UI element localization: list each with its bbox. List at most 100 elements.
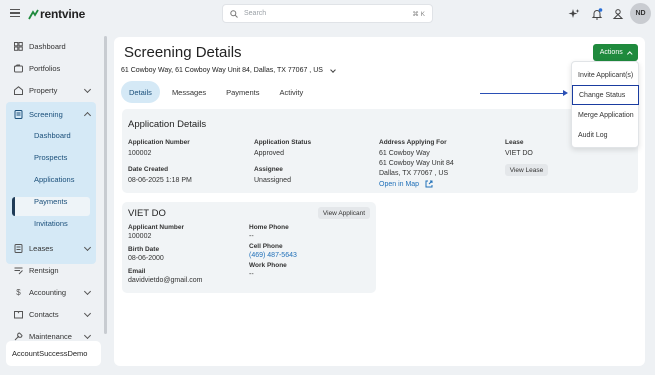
sidebar-item-label: Property xyxy=(29,85,58,95)
sidebar-scrollbar[interactable] xyxy=(104,36,107,334)
sidebar: Dashboard Portfolios Property Screening … xyxy=(0,28,107,375)
work-phone: -- xyxy=(249,271,254,278)
menu-item-invite-applicants[interactable]: Invite Applicant(s) xyxy=(572,65,640,85)
sidebar-item-label: Leases xyxy=(29,243,54,253)
sidebar-item-label: Screening xyxy=(29,109,63,119)
chevron-up-icon xyxy=(627,51,632,56)
sidebar-subitem-invitations[interactable]: Invitations xyxy=(34,219,68,228)
sidebar-item-label: Maintenance xyxy=(29,331,72,341)
applicant-number: 100002 xyxy=(128,233,152,240)
screening-icon xyxy=(14,109,23,119)
address-line-2: 61 Cowboy Way Unit 84 xyxy=(379,160,454,167)
brand-name: rentvine xyxy=(40,7,86,21)
rentvine-logo[interactable]: rentvine xyxy=(28,7,85,21)
cell-phone-link[interactable]: (469) 487-5643 xyxy=(249,252,297,259)
email: davidvietdo@gmail.com xyxy=(128,277,203,284)
lease-label: Lease xyxy=(505,139,524,146)
actions-button-label: Actions xyxy=(599,49,623,56)
card-title: Application Details xyxy=(128,119,207,130)
leases-icon xyxy=(14,243,23,253)
address-label: Address Applying For xyxy=(379,139,447,146)
applicant-card: VIET DO View Applicant Applicant Number … xyxy=(122,202,376,293)
account-switcher[interactable]: AccountSuccessDemo xyxy=(6,341,101,366)
search-shortcut: ⌘ K xyxy=(412,10,425,18)
applicant-name: VIET DO xyxy=(128,208,166,219)
avatar[interactable]: ND xyxy=(630,3,651,24)
user-icon[interactable] xyxy=(612,8,624,20)
birth-date-label: Birth Date xyxy=(128,246,160,253)
sidebar-item-rentsign[interactable]: Rentsign xyxy=(6,261,96,279)
portfolios-icon xyxy=(14,64,23,72)
application-number: 100002 xyxy=(128,150,152,157)
rentvine-logo-icon xyxy=(28,9,39,19)
sidebar-item-label: Rentsign xyxy=(29,265,59,275)
sidebar-item-label: Portfolios xyxy=(29,63,61,73)
lease-name: VIET DO xyxy=(505,150,533,157)
sidebar-subitem-applications[interactable]: Applications xyxy=(34,175,74,184)
sidebar-item-portfolios[interactable]: Portfolios xyxy=(6,59,96,77)
sidebar-subitem-dashboard[interactable]: Dashboard xyxy=(34,131,71,140)
menu-icon[interactable] xyxy=(10,9,20,19)
tab-bar: Details Messages Payments Activity xyxy=(121,81,315,103)
address-line-3: Dallas, TX 77067 , US xyxy=(379,170,449,177)
application-status: Approved xyxy=(254,150,284,157)
tab-activity[interactable]: Activity xyxy=(271,81,311,103)
application-status-label: Application Status xyxy=(254,139,312,146)
actions-menu: Invite Applicant(s) Change Status Merge … xyxy=(571,61,639,148)
property-icon xyxy=(14,85,23,95)
rentsign-icon xyxy=(14,267,23,274)
chevron-down-icon xyxy=(330,66,336,73)
assignee-label: Assignee xyxy=(254,166,283,173)
sidebar-item-label: Accounting xyxy=(29,287,67,297)
search-placeholder: Search xyxy=(244,10,267,17)
annotation-arrow xyxy=(480,89,568,97)
open-in-map-label: Open in Map xyxy=(379,180,420,188)
dollar-icon: $ xyxy=(16,287,21,297)
application-details-card: Application Details Application Number 1… xyxy=(122,109,638,193)
chevron-down-icon xyxy=(83,287,92,296)
chevron-down-icon xyxy=(83,309,92,318)
view-applicant-button[interactable]: View Applicant xyxy=(318,207,370,219)
sidebar-item-label: Contacts xyxy=(29,309,59,319)
sidebar-item-accounting[interactable]: $ Accounting xyxy=(6,283,96,301)
sidebar-item-screening[interactable]: Screening xyxy=(6,105,96,123)
wrench-icon xyxy=(14,331,23,340)
birth-date: 08-06-2000 xyxy=(128,255,164,262)
tab-payments[interactable]: Payments xyxy=(218,81,267,103)
view-lease-button[interactable]: View Lease xyxy=(505,164,548,176)
menu-item-change-status[interactable]: Change Status xyxy=(572,85,639,105)
external-link-icon xyxy=(425,180,433,188)
date-created: 08-06-2025 1:18 PM xyxy=(128,177,192,184)
sidebar-item-leases[interactable]: Leases xyxy=(6,239,96,257)
work-phone-label: Work Phone xyxy=(249,262,287,269)
sidebar-item-contacts[interactable]: Contacts xyxy=(6,305,96,323)
home-phone-label: Home Phone xyxy=(249,224,289,231)
sidebar-subitem-payments[interactable]: Payments xyxy=(34,197,67,206)
address-selector[interactable]: 61 Cowboy Way, 61 Cowboy Way Unit 84, Da… xyxy=(121,66,336,74)
search-input[interactable]: Search ⌘ K xyxy=(222,4,433,23)
cell-phone-label: Cell Phone xyxy=(249,243,283,250)
chevron-down-icon xyxy=(83,331,92,340)
open-in-map-link[interactable]: Open in Map xyxy=(379,180,433,188)
actions-button[interactable]: Actions xyxy=(593,44,638,61)
address-selector-label: 61 Cowboy Way, 61 Cowboy Way Unit 84, Da… xyxy=(121,67,323,74)
sidebar-subitem-prospects[interactable]: Prospects xyxy=(34,153,67,162)
menu-item-merge-application[interactable]: Merge Application xyxy=(572,105,640,125)
application-number-label: Application Number xyxy=(128,139,190,146)
page-title: Screening Details xyxy=(124,44,242,61)
date-created-label: Date Created xyxy=(128,166,169,173)
bell-icon[interactable] xyxy=(591,8,603,20)
search-icon xyxy=(230,9,238,18)
home-phone: -- xyxy=(249,233,254,240)
tab-messages[interactable]: Messages xyxy=(164,81,214,103)
email-label: Email xyxy=(128,268,146,275)
applicant-number-label: Applicant Number xyxy=(128,224,184,231)
main-panel: Screening Details 61 Cowboy Way, 61 Cowb… xyxy=(114,37,645,366)
sidebar-item-dashboard[interactable]: Dashboard xyxy=(6,37,96,55)
dashboard-icon xyxy=(14,41,23,51)
chevron-down-icon xyxy=(83,243,92,252)
sparkle-icon[interactable] xyxy=(568,8,580,20)
menu-item-audit-log[interactable]: Audit Log xyxy=(572,125,640,145)
sidebar-item-property[interactable]: Property xyxy=(6,81,96,99)
tab-details[interactable]: Details xyxy=(121,81,160,103)
